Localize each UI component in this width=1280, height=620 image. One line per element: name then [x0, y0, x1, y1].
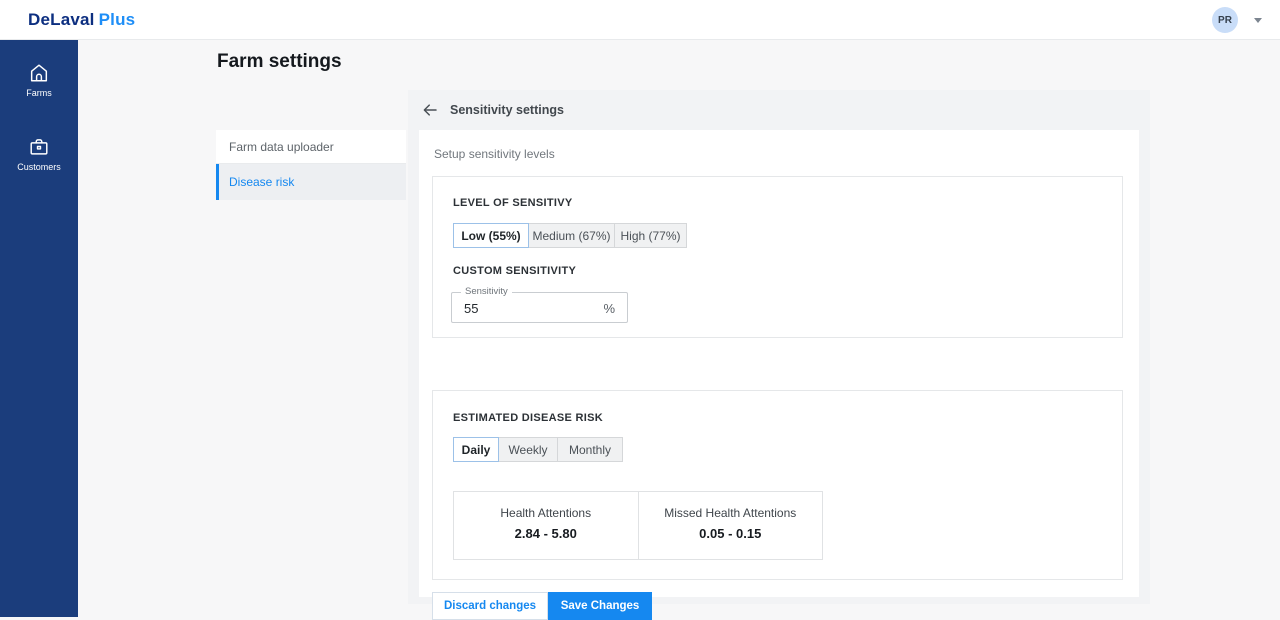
level-medium-button[interactable]: Medium (67%) [529, 223, 615, 248]
panel-title: Sensitivity settings [450, 90, 564, 130]
stat-label: Health Attentions [454, 506, 638, 520]
stat-value: 0.05 - 0.15 [639, 526, 823, 541]
risk-stats-table: Health Attentions 2.84 - 5.80 Missed Hea… [453, 491, 823, 560]
panel-body: Setup sensitivity levels LEVEL OF SENSIT… [419, 130, 1139, 597]
setup-subtitle: Setup sensitivity levels [434, 147, 555, 161]
estimated-disease-risk-label: ESTIMATED DISEASE RISK [453, 412, 603, 424]
brand-logo: DeLavalPlus [28, 0, 135, 40]
sidebar-item-label: Farms [26, 88, 52, 98]
brand-part2: Plus [99, 10, 136, 29]
brand-part1: DeLaval [28, 10, 95, 29]
stat-health-attentions: Health Attentions 2.84 - 5.80 [454, 492, 638, 559]
sensitivity-input[interactable]: Sensitivity 55 % [451, 292, 628, 323]
subnav-item-farm-data-uploader[interactable]: Farm data uploader [216, 130, 406, 164]
estimated-disease-risk-card: ESTIMATED DISEASE RISK Daily Weekly Mont… [432, 390, 1123, 580]
level-of-sensitivity-label: LEVEL OF SENSITIVY [453, 197, 573, 209]
sensitivity-level-segmented-control: Low (55%) Medium (67%) High (77%) [453, 223, 687, 248]
tab-daily[interactable]: Daily [453, 437, 499, 462]
settings-subnav: Farm data uploader Disease risk [216, 130, 406, 200]
risk-period-tabs: Daily Weekly Monthly [453, 437, 623, 462]
topbar: DeLavalPlus PR [0, 0, 1280, 40]
stat-missed-health-attentions: Missed Health Attentions 0.05 - 0.15 [638, 492, 823, 559]
tab-monthly[interactable]: Monthly [558, 437, 623, 462]
save-changes-button[interactable]: Save Changes [548, 592, 652, 620]
sidebar-item-farms[interactable]: Farms [0, 50, 78, 108]
sidebar: Farms Customers [0, 40, 78, 617]
sidebar-item-label: Customers [17, 162, 61, 172]
panel-actions: Discard changes Save Changes [432, 592, 652, 620]
subnav-item-disease-risk[interactable]: Disease risk [216, 164, 406, 200]
level-high-button[interactable]: High (77%) [615, 223, 687, 248]
tab-weekly[interactable]: Weekly [499, 437, 558, 462]
avatar[interactable]: PR [1212, 7, 1238, 33]
custom-sensitivity-label: CUSTOM SENSITIVITY [453, 265, 576, 277]
level-low-button[interactable]: Low (55%) [453, 223, 529, 248]
percent-suffix: % [603, 293, 615, 324]
sidebar-item-customers[interactable]: Customers [0, 124, 78, 182]
sensitivity-field-value[interactable]: 55 [464, 293, 478, 324]
sensitivity-settings-panel: Sensitivity settings Setup sensitivity l… [408, 90, 1150, 604]
app-root: DeLavalPlus PR Farms Customers [0, 0, 1280, 617]
sensitivity-level-card: LEVEL OF SENSITIVY Low (55%) Medium (67%… [432, 176, 1123, 338]
stat-value: 2.84 - 5.80 [454, 526, 638, 541]
back-arrow-icon[interactable] [421, 101, 439, 119]
stat-label: Missed Health Attentions [639, 506, 823, 520]
panel-header: Sensitivity settings [408, 90, 1150, 130]
barn-icon [28, 62, 50, 84]
discard-changes-button[interactable]: Discard changes [432, 592, 548, 620]
briefcase-icon [28, 136, 50, 158]
chevron-down-icon[interactable] [1254, 18, 1262, 23]
page-title: Farm settings [217, 51, 342, 73]
